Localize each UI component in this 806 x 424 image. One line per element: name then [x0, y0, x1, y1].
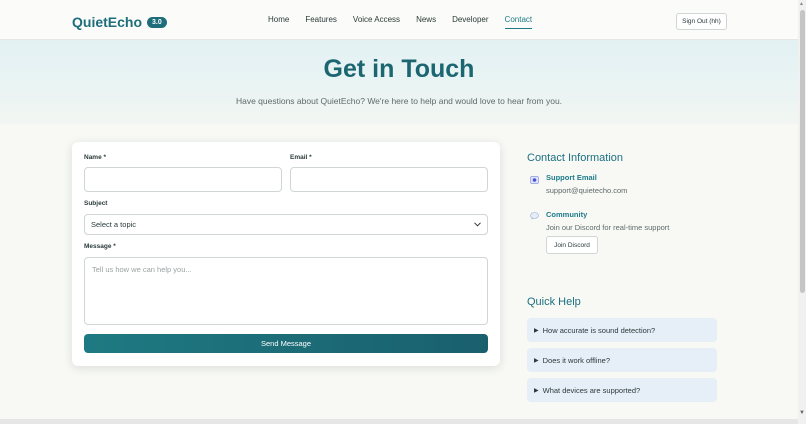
support-email-title: Support Email — [546, 173, 597, 182]
email-input[interactable] — [290, 167, 488, 192]
email-label: Email * — [290, 154, 312, 161]
page-title: Get in Touch — [323, 55, 475, 83]
nav-news[interactable]: News — [416, 15, 436, 29]
contact-info-heading: Contact Information — [527, 152, 623, 164]
main-nav: Home Features Voice Access News Develope… — [268, 15, 533, 29]
message-label: Message * — [84, 243, 116, 250]
chat-bubble-icon — [529, 211, 539, 221]
subject-selected-value: Select a topic — [91, 220, 137, 229]
site-header: QuietEcho 3.0 Home Features Voice Access… — [0, 0, 798, 40]
name-label: Name * — [84, 154, 107, 161]
quick-help-heading: Quick Help — [527, 296, 581, 308]
join-discord-button[interactable]: Join Discord — [546, 236, 598, 254]
scroll-up-arrow-icon[interactable]: ▲ — [799, 1, 804, 7]
faq-question: What devices are supported? — [542, 385, 641, 395]
nav-home[interactable]: Home — [268, 15, 289, 29]
scrollbar-thumb[interactable] — [800, 10, 805, 293]
community-title: Community — [546, 210, 588, 219]
disclosure-triangle-icon: ▶ — [534, 387, 539, 394]
chevron-down-icon — [474, 220, 481, 229]
version-badge: 3.0 — [147, 16, 167, 28]
send-message-button[interactable]: Send Message — [84, 334, 488, 353]
subject-select[interactable]: Select a topic — [84, 214, 488, 235]
nav-voice-access[interactable]: Voice Access — [353, 15, 400, 29]
community-text: Join our Discord for real-time support — [546, 223, 670, 232]
brand-name: QuietEcho — [72, 14, 143, 30]
brand-logo[interactable]: QuietEcho 3.0 — [72, 14, 167, 30]
faq-item[interactable]: ▶ Does it work offline? — [527, 348, 717, 372]
bottom-strip — [0, 419, 798, 424]
message-textarea[interactable] — [84, 257, 488, 325]
nav-contact[interactable]: Contact — [504, 15, 533, 29]
faq-item[interactable]: ▶ How accurate is sound detection? — [527, 318, 717, 342]
sign-out-button[interactable]: Sign Out (hh) — [676, 13, 727, 30]
scroll-down-arrow-icon[interactable]: ▼ — [799, 410, 805, 416]
page-subtitle: Have questions about QuietEcho? We're he… — [235, 96, 563, 106]
hero-section: Get in Touch Have questions about QuietE… — [0, 40, 798, 124]
support-email-address[interactable]: support@quietecho.com — [546, 186, 627, 195]
faq-question: How accurate is sound detection? — [542, 325, 656, 335]
name-input[interactable] — [84, 167, 282, 192]
faq-question: Does it work offline? — [542, 355, 611, 365]
contact-form: Name * Email * Subject Select a topic Me… — [72, 142, 500, 366]
nav-developer[interactable]: Developer — [452, 15, 488, 29]
subject-label: Subject — [84, 200, 108, 207]
disclosure-triangle-icon: ▶ — [534, 357, 539, 364]
disclosure-triangle-icon: ▶ — [534, 327, 539, 334]
envelope-icon — [529, 175, 539, 185]
nav-features[interactable]: Features — [305, 15, 337, 29]
faq-item[interactable]: ▶ What devices are supported? — [527, 378, 717, 402]
